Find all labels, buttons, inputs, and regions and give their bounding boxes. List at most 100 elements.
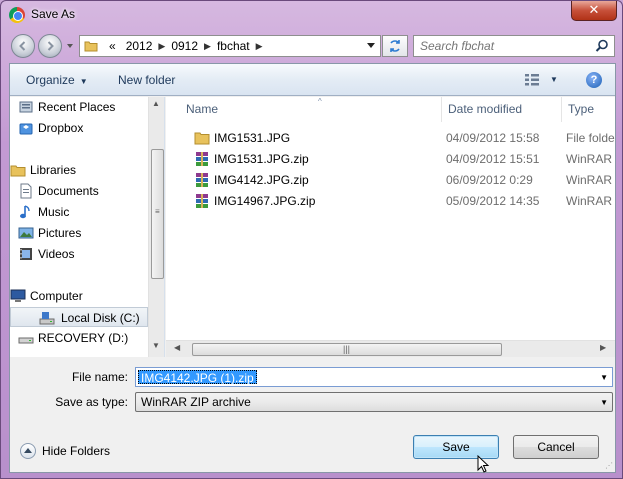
view-options-dropdown[interactable]: ▼ xyxy=(550,75,558,84)
save-type-value: WinRAR ZIP archive xyxy=(141,395,251,409)
file-date: 06/09/2012 0:29 xyxy=(446,173,533,187)
file-name-field[interactable]: IMG4142.JPG (1).zip ▼ xyxy=(135,367,613,387)
help-icon[interactable]: ? xyxy=(586,72,602,88)
column-header-type[interactable]: Type xyxy=(562,97,615,122)
table-row[interactable]: IMG14967.JPG.zip 05/09/2012 14:35 WinRAR… xyxy=(180,191,615,211)
nav-label: Videos xyxy=(38,247,75,261)
table-row[interactable]: IMG1531.JPG 04/09/2012 15:58 File folder xyxy=(180,128,615,148)
nav-label: Music xyxy=(38,205,70,219)
title-bar[interactable]: Save As ✕ xyxy=(1,1,623,29)
grip-icon: ≡ xyxy=(155,207,160,216)
winrar-icon xyxy=(196,194,208,208)
column-header-name[interactable]: ^ Name xyxy=(180,97,442,122)
breadcrumb-item[interactable]: 2012 xyxy=(121,39,158,53)
chevron-down-icon: ▼ xyxy=(79,77,88,86)
computer-icon xyxy=(10,289,26,302)
nav-label: RECOVERY (D:) xyxy=(38,331,129,345)
chevron-right-icon[interactable]: ▶ xyxy=(157,41,166,52)
file-name: IMG1531.JPG xyxy=(214,131,291,145)
refresh-icon xyxy=(390,40,400,52)
file-date: 05/09/2012 14:35 xyxy=(446,194,540,208)
table-row[interactable]: IMG1531.JPG.zip 04/09/2012 15:51 WinRAR … xyxy=(180,149,615,169)
close-button[interactable]: ✕ xyxy=(571,1,617,21)
search-input[interactable] xyxy=(420,39,590,53)
drive-icon xyxy=(18,337,34,344)
nav-item-music[interactable]: Music xyxy=(20,202,70,222)
file-date: 04/09/2012 15:51 xyxy=(446,152,540,166)
nav-item-documents[interactable]: Documents xyxy=(20,181,99,201)
command-bar: Organize ▼ New folder ▼ ? xyxy=(10,64,615,96)
refresh-button[interactable] xyxy=(382,35,408,57)
recent-locations-dropdown[interactable] xyxy=(65,41,75,51)
cancel-button[interactable]: Cancel xyxy=(513,435,599,459)
pictures-icon xyxy=(18,227,34,239)
save-type-label: Save as type: xyxy=(55,395,128,409)
folder-icon xyxy=(84,41,98,52)
documents-icon xyxy=(20,183,32,199)
navigation-pane: Recent Places Dropbox Libraries Document… xyxy=(10,97,165,357)
save-as-dialog: Save As ✕ « 2012 ▶ 0912 ▶ fbchat ▶ Organ… xyxy=(0,0,623,479)
table-row[interactable]: IMG4142.JPG.zip 06/09/2012 0:29 WinRAR Z… xyxy=(180,170,615,190)
nav-item-computer[interactable]: Computer xyxy=(10,286,83,306)
scroll-thumb[interactable]: ≡ xyxy=(151,149,164,279)
recent-places-icon xyxy=(19,101,33,113)
file-name-selected-text[interactable]: IMG4142.JPG (1).zip xyxy=(138,370,257,385)
chevron-right-icon[interactable]: ▶ xyxy=(203,41,212,52)
grip-icon: ||| xyxy=(343,344,351,354)
chevron-down-icon[interactable] xyxy=(366,42,376,50)
file-type: WinRAR ZIP archive xyxy=(566,194,615,208)
nav-item-recovery[interactable]: RECOVERY (D:) xyxy=(18,328,129,348)
nav-item-libraries[interactable]: Libraries xyxy=(10,160,77,180)
scroll-thumb[interactable]: ||| xyxy=(192,343,502,356)
chevron-down-icon[interactable]: ▼ xyxy=(600,394,608,412)
nav-item-videos[interactable]: Videos xyxy=(20,244,75,264)
chevron-down-icon[interactable]: ▼ xyxy=(600,373,608,382)
scroll-down-arrow[interactable]: ▼ xyxy=(152,341,160,350)
file-type: WinRAR ZIP archive xyxy=(566,152,615,166)
nav-item-pictures[interactable]: Pictures xyxy=(18,223,81,243)
music-icon xyxy=(20,205,30,219)
window-title: Save As xyxy=(31,7,76,21)
dialog-body: Organize ▼ New folder ▼ ? Recent Places D… xyxy=(9,63,616,473)
arrow-right-icon xyxy=(47,41,54,51)
winrar-icon xyxy=(196,173,208,187)
nav-item-recent-places[interactable]: Recent Places xyxy=(19,97,115,117)
forward-button[interactable] xyxy=(38,34,62,58)
breadcrumb: « 2012 ▶ 0912 ▶ fbchat ▶ xyxy=(104,39,264,53)
scroll-up-arrow[interactable]: ▲ xyxy=(152,99,160,108)
back-button[interactable] xyxy=(11,34,35,58)
breadcrumb-item[interactable]: 0912 xyxy=(166,39,203,53)
arrow-left-icon xyxy=(19,41,26,51)
view-details-icon[interactable] xyxy=(524,73,540,87)
file-name: IMG14967.JPG.zip xyxy=(214,194,316,208)
search-box[interactable] xyxy=(413,35,615,57)
nav-label: Dropbox xyxy=(38,121,84,135)
file-type: File folder xyxy=(566,131,615,145)
hide-folders-label: Hide Folders xyxy=(42,444,111,458)
nav-label: Documents xyxy=(38,184,99,198)
file-name: IMG1531.JPG.zip xyxy=(214,152,309,166)
organize-button[interactable]: Organize ▼ xyxy=(26,73,88,87)
nav-label: Libraries xyxy=(30,163,77,177)
winrar-icon xyxy=(196,152,208,166)
column-header-date[interactable]: Date modified xyxy=(442,97,562,122)
save-type-select[interactable]: WinRAR ZIP archive ▼ xyxy=(135,392,613,412)
hide-folders-button[interactable]: Hide Folders xyxy=(20,443,110,461)
nav-item-local-disk[interactable]: Local Disk (C:) xyxy=(10,307,148,327)
search-icon[interactable] xyxy=(595,39,609,53)
resize-grip-icon[interactable]: ⋰ xyxy=(605,461,613,470)
new-folder-button[interactable]: New folder xyxy=(118,73,175,87)
horizontal-scrollbar[interactable]: ◀ ||| ▶ xyxy=(166,340,615,357)
folder-icon xyxy=(194,132,210,145)
nav-scrollbar[interactable]: ▲ ≡ ▼ xyxy=(148,97,164,357)
breadcrumb-overflow[interactable]: « xyxy=(104,39,121,53)
address-bar[interactable]: « 2012 ▶ 0912 ▶ fbchat ▶ xyxy=(79,35,381,57)
scroll-right-arrow[interactable]: ▶ xyxy=(600,343,606,352)
chevron-right-icon[interactable]: ▶ xyxy=(255,41,264,52)
nav-label: Local Disk (C:) xyxy=(61,311,140,325)
mouse-cursor-icon xyxy=(477,455,490,473)
nav-item-dropbox[interactable]: Dropbox xyxy=(19,118,84,138)
breadcrumb-item[interactable]: fbchat xyxy=(212,39,255,53)
organize-label: Organize xyxy=(26,73,75,87)
scroll-left-arrow[interactable]: ◀ xyxy=(174,343,180,352)
